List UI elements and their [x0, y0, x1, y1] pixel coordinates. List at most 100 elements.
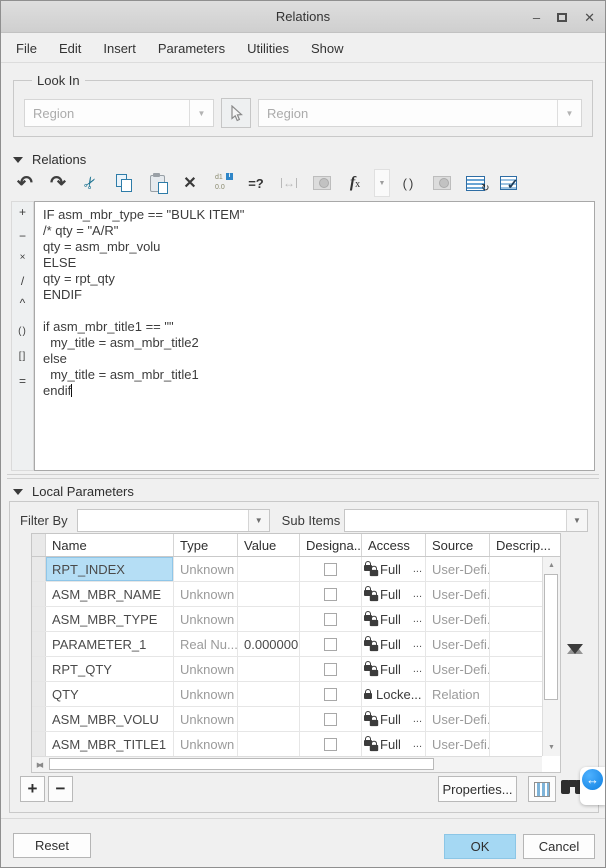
param-source-cell[interactable]: User-Defi...: [426, 657, 490, 681]
columns-button[interactable]: [528, 776, 556, 802]
ok-button[interactable]: OK: [444, 834, 516, 859]
row-selector[interactable]: [32, 582, 46, 606]
param-access-cell[interactable]: Full...: [362, 582, 426, 606]
access-more-button[interactable]: ...: [413, 713, 425, 725]
table-row[interactable]: PARAMETER_1 Real Nu... 0.000000 Full... …: [32, 632, 542, 657]
access-more-button[interactable]: ...: [413, 738, 425, 750]
cut-button[interactable]: ✂: [77, 169, 105, 197]
op-multiply-button[interactable]: ×: [12, 252, 33, 263]
op-divide-button[interactable]: /: [12, 274, 33, 288]
param-name-cell[interactable]: ASM_MBR_NAME: [46, 582, 174, 606]
menu-file[interactable]: File: [5, 34, 48, 63]
param-type-cell[interactable]: Unknown: [174, 682, 238, 706]
row-selector[interactable]: [32, 732, 46, 756]
param-source-cell[interactable]: User-Defi...: [426, 707, 490, 731]
param-description-cell[interactable]: [490, 582, 542, 606]
access-more-button[interactable]: ...: [413, 613, 425, 625]
param-designate-cell[interactable]: [300, 732, 362, 756]
move-row-up-button[interactable]: [567, 629, 584, 654]
table-row[interactable]: ASM_MBR_TITLE1 Unknown Full... User-Defi…: [32, 732, 542, 756]
row-selector[interactable]: [32, 607, 46, 631]
chevron-down-icon[interactable]: ▼: [557, 100, 581, 126]
designate-checkbox[interactable]: [324, 662, 337, 676]
menu-edit[interactable]: Edit: [48, 34, 92, 63]
param-designate-cell[interactable]: [300, 632, 362, 656]
properties-button[interactable]: Properties...: [438, 776, 517, 802]
param-name-cell[interactable]: ASM_MBR_TITLE1: [46, 732, 174, 756]
param-description-cell[interactable]: [490, 632, 542, 656]
designate-checkbox[interactable]: [324, 637, 337, 651]
param-designate-cell[interactable]: [300, 582, 362, 606]
col-designate[interactable]: Designa...: [300, 534, 362, 556]
scroll-down-icon[interactable]: ▼: [543, 740, 560, 755]
param-name-cell[interactable]: PARAMETER_1: [46, 632, 174, 656]
function-button[interactable]: fx: [341, 169, 369, 197]
table-row[interactable]: ASM_MBR_NAME Unknown Full... User-Defi..…: [32, 582, 542, 607]
param-value-cell[interactable]: [238, 607, 300, 631]
col-name[interactable]: Name: [46, 534, 174, 556]
designate-checkbox[interactable]: [324, 687, 337, 701]
param-access-cell[interactable]: Locke...: [362, 682, 426, 706]
param-description-cell[interactable]: [490, 557, 542, 581]
table-row[interactable]: RPT_INDEX Unknown Full... User-Defi...: [32, 557, 542, 582]
look-in-left-combo[interactable]: Region ▼: [24, 99, 214, 127]
param-designate-cell[interactable]: [300, 707, 362, 731]
menu-parameters[interactable]: Parameters: [147, 34, 236, 63]
table-row[interactable]: ASM_MBR_VOLU Unknown Full... User-Defi..…: [32, 707, 542, 732]
title-bar[interactable]: Relations – ✕: [1, 1, 605, 33]
param-type-cell[interactable]: Unknown: [174, 732, 238, 756]
col-source[interactable]: Source: [426, 534, 490, 556]
undo-button[interactable]: ↶: [11, 169, 39, 197]
remote-session-overlay[interactable]: ↔: [580, 767, 605, 805]
op-plus-button[interactable]: +: [12, 205, 33, 219]
param-value-cell[interactable]: [238, 707, 300, 731]
add-parameter-button[interactable]: +: [20, 776, 45, 802]
row-selector[interactable]: [32, 657, 46, 681]
param-value-cell[interactable]: 0.000000: [238, 632, 300, 656]
designate-checkbox[interactable]: [324, 737, 337, 751]
access-more-button[interactable]: ...: [413, 638, 425, 650]
designate-checkbox[interactable]: [324, 612, 337, 626]
param-access-cell[interactable]: Full...: [362, 707, 426, 731]
param-type-cell[interactable]: Real Nu...: [174, 632, 238, 656]
table-row[interactable]: RPT_QTY Unknown Full... User-Defi...: [32, 657, 542, 682]
remove-parameter-button[interactable]: −: [48, 776, 73, 802]
param-value-cell[interactable]: [238, 557, 300, 581]
param-description-cell[interactable]: [490, 607, 542, 631]
scroll-up-icon[interactable]: ▲: [543, 558, 560, 573]
param-designate-cell[interactable]: [300, 557, 362, 581]
param-name-cell[interactable]: ASM_MBR_VOLU: [46, 707, 174, 731]
row-selector[interactable]: [32, 707, 46, 731]
param-name-cell[interactable]: QTY: [46, 682, 174, 706]
look-in-right-combo[interactable]: Region ▼: [258, 99, 582, 127]
op-parens-button[interactable]: (): [12, 326, 33, 337]
param-name-cell[interactable]: RPT_INDEX: [46, 557, 174, 581]
param-description-cell[interactable]: [490, 732, 542, 756]
designate-checkbox[interactable]: [324, 587, 337, 601]
param-access-cell[interactable]: Full...: [362, 607, 426, 631]
access-more-button[interactable]: ...: [413, 588, 425, 600]
table-row[interactable]: ASM_MBR_TYPE Unknown Full... User-Defi..…: [32, 607, 542, 632]
select-items-button[interactable]: [221, 98, 251, 128]
param-access-cell[interactable]: Full...: [362, 732, 426, 756]
param-description-cell[interactable]: [490, 682, 542, 706]
param-source-cell[interactable]: User-Defi...: [426, 557, 490, 581]
chevron-down-icon[interactable]: ▼: [189, 100, 213, 126]
param-value-cell[interactable]: [238, 657, 300, 681]
section-splitter[interactable]: [7, 474, 599, 479]
param-source-cell[interactable]: User-Defi...: [426, 732, 490, 756]
designate-checkbox[interactable]: [324, 562, 337, 576]
op-brackets-button[interactable]: []: [12, 351, 33, 362]
param-type-cell[interactable]: Unknown: [174, 557, 238, 581]
table-row[interactable]: QTY Unknown Locke... Relation: [32, 682, 542, 707]
horizontal-scrollbar[interactable]: ◀ ▶: [32, 756, 542, 772]
row-selector[interactable]: [32, 632, 46, 656]
param-value-cell[interactable]: [238, 682, 300, 706]
col-access[interactable]: Access: [362, 534, 426, 556]
param-source-cell[interactable]: User-Defi...: [426, 632, 490, 656]
param-source-cell[interactable]: Relation: [426, 682, 490, 706]
param-type-cell[interactable]: Unknown: [174, 607, 238, 631]
filter-by-combo[interactable]: ▼: [76, 508, 270, 532]
param-source-cell[interactable]: User-Defi...: [426, 607, 490, 631]
param-type-cell[interactable]: Unknown: [174, 657, 238, 681]
